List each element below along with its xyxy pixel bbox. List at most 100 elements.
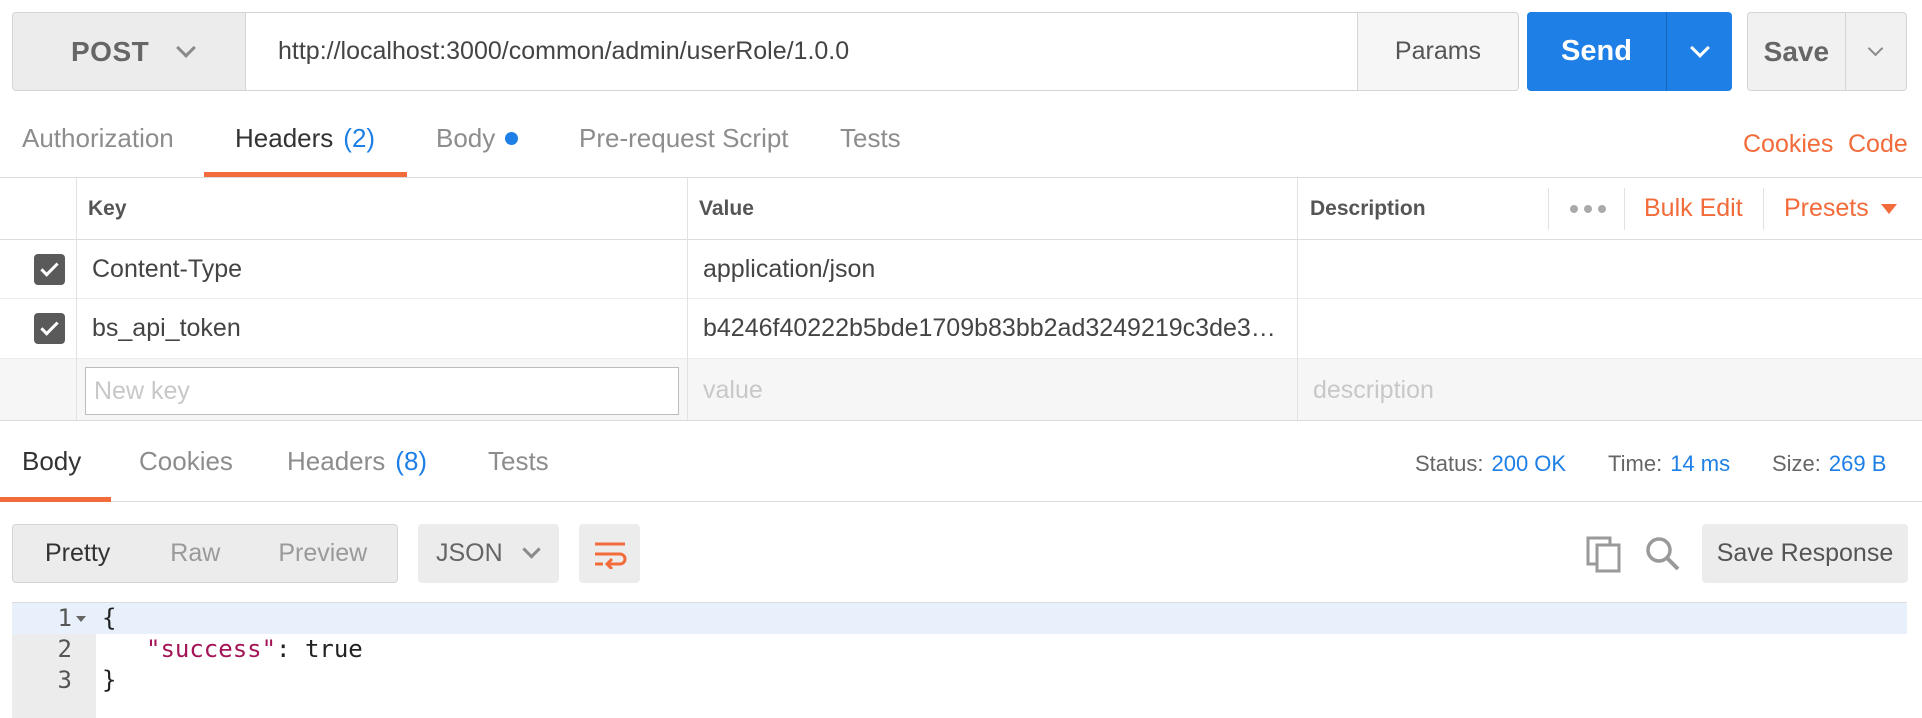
code-text: "success": true	[146, 634, 363, 665]
response-body-editor[interactable]: 1 { 2 "success": true 3 }	[12, 602, 1907, 718]
save-label: Save	[1763, 35, 1830, 67]
tab-tests[interactable]: Tests	[840, 100, 901, 177]
new-header-row: value description	[0, 359, 1922, 421]
status-label: Status:	[1415, 451, 1484, 476]
tab-label: Headers	[287, 446, 386, 476]
format-label: JSON	[436, 539, 503, 567]
code-text: }	[102, 666, 117, 694]
request-bar: POST http://localhost:3000/common/admin/…	[12, 12, 1907, 92]
divider	[687, 178, 688, 421]
divider	[76, 178, 77, 421]
check-icon	[40, 258, 59, 277]
tab-label: Body	[436, 123, 496, 153]
new-description-input[interactable]: description	[1313, 359, 1434, 421]
url-input[interactable]: http://localhost:3000/common/admin/userR…	[245, 12, 1358, 91]
row-checkbox[interactable]	[34, 254, 65, 285]
presets-dropdown[interactable]: Presets	[1784, 178, 1897, 239]
column-header-key: Key	[88, 196, 127, 220]
column-header-description: Description	[1310, 196, 1426, 220]
header-value-cell[interactable]: application/json	[703, 240, 875, 298]
header-value-cell[interactable]: b4246f40222b5bde1709b83bb2ad3249219c3de3…	[703, 299, 1276, 358]
json-value: : true	[276, 635, 363, 663]
status-readout: Status: 200 OK	[1415, 451, 1566, 477]
save-button[interactable]: Save	[1747, 12, 1907, 91]
size-label: Size:	[1772, 451, 1821, 476]
check-icon	[40, 317, 59, 336]
status-value[interactable]: 200 OK	[1491, 451, 1566, 476]
more-options-icon[interactable]	[1570, 178, 1606, 239]
tab-label: Tests	[488, 446, 549, 476]
code-link[interactable]: Code	[1848, 130, 1908, 159]
chevron-down-icon	[176, 37, 197, 58]
response-tabs: Body Cookies Headers (8) Tests Status: 20…	[0, 420, 1922, 502]
wrap-lines-button[interactable]	[579, 524, 640, 583]
code-line: 3 }	[12, 665, 1907, 696]
tab-pre-request-script[interactable]: Pre-request Script	[579, 100, 789, 177]
tab-response-tests[interactable]: Tests	[488, 421, 549, 502]
tab-label: Pre-request Script	[579, 123, 789, 153]
code-text: {	[102, 604, 117, 632]
table-row: bs_api_token b4246f40222b5bde1709b83bb2a…	[0, 299, 1922, 359]
params-button[interactable]: Params	[1357, 12, 1519, 91]
tab-headers[interactable]: Headers (2)	[204, 100, 408, 177]
tab-label: Authorization	[22, 123, 174, 153]
tab-label: Body	[22, 446, 82, 476]
size-value[interactable]: 269 B	[1829, 451, 1887, 476]
new-key-input[interactable]	[85, 367, 679, 415]
save-response-button[interactable]: Save Response	[1702, 524, 1908, 583]
active-tab-indicator	[204, 172, 408, 177]
preview-view-button[interactable]: Preview	[278, 539, 367, 568]
send-label: Send	[1561, 35, 1632, 67]
bulk-edit-link[interactable]: Bulk Edit	[1644, 178, 1743, 239]
divider	[1297, 178, 1298, 421]
chevron-down-icon	[1689, 37, 1710, 58]
tab-label: Headers	[235, 123, 334, 153]
search-icon[interactable]	[1641, 532, 1685, 576]
method-label: POST	[71, 35, 150, 67]
divider	[1548, 188, 1549, 230]
copy-icon[interactable]	[1582, 532, 1626, 576]
chevron-down-icon	[1868, 40, 1884, 57]
time-label: Time:	[1608, 451, 1663, 476]
save-options-button[interactable]	[1844, 12, 1906, 91]
size-readout: Size: 269 B	[1772, 451, 1886, 477]
headers-count: (8)	[395, 446, 428, 476]
send-options-button[interactable]	[1666, 12, 1732, 91]
json-key: "success"	[146, 635, 277, 663]
tab-body[interactable]: Body	[436, 100, 519, 177]
header-key-cell[interactable]: bs_api_token	[92, 299, 241, 358]
code-line: 1 {	[12, 603, 1907, 634]
fold-arrow-icon[interactable]	[76, 616, 86, 622]
line-number: 2	[57, 635, 72, 663]
view-mode-segmented-control: Pretty Raw Preview	[12, 524, 398, 583]
modified-dot-icon	[505, 132, 519, 145]
request-tabs: Authorization Headers (2) Body Pre-reque…	[0, 100, 1922, 178]
time-value[interactable]: 14 ms	[1670, 451, 1730, 476]
cookies-link[interactable]: Cookies	[1743, 130, 1833, 159]
format-dropdown[interactable]: JSON	[418, 524, 559, 583]
code-line: 2 "success": true	[12, 634, 1907, 665]
response-toolbar: Pretty Raw Preview JSON Save Response	[0, 502, 1922, 600]
pretty-view-button[interactable]: Pretty	[45, 539, 110, 568]
divider	[1624, 188, 1625, 230]
caret-down-icon	[1880, 203, 1897, 214]
tab-label: Cookies	[139, 446, 233, 476]
raw-view-button[interactable]: Raw	[170, 539, 220, 568]
tab-response-headers[interactable]: Headers (8)	[287, 421, 427, 502]
tab-authorization[interactable]: Authorization	[22, 100, 174, 177]
divider	[1763, 188, 1764, 230]
line-number: 1	[57, 604, 72, 632]
method-dropdown[interactable]: POST	[12, 12, 246, 91]
table-header-row: Key Value Description Bulk Edit Presets	[0, 178, 1922, 240]
tab-response-cookies[interactable]: Cookies	[139, 421, 233, 502]
header-key-cell[interactable]: Content-Type	[92, 240, 242, 298]
chevron-down-icon	[521, 540, 541, 559]
line-number: 3	[57, 666, 72, 694]
row-checkbox[interactable]	[34, 313, 65, 344]
column-header-value: Value	[699, 196, 754, 220]
new-value-input[interactable]: value	[703, 359, 763, 421]
time-readout: Time: 14 ms	[1608, 451, 1730, 477]
headers-count: (2)	[343, 123, 376, 153]
send-button[interactable]: Send	[1527, 12, 1732, 91]
tab-response-body[interactable]: Body	[0, 421, 112, 502]
